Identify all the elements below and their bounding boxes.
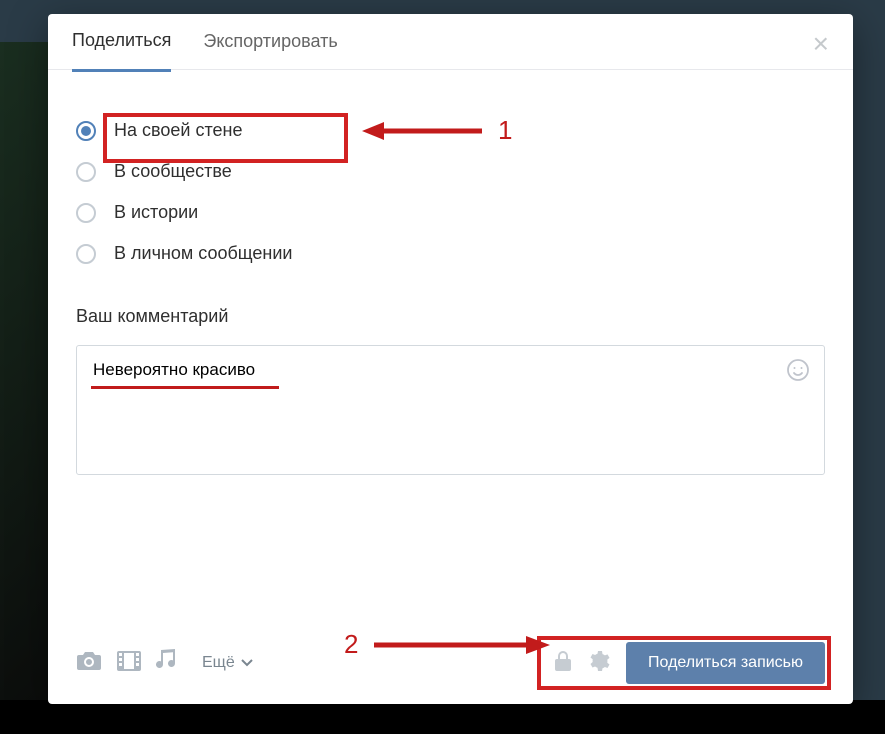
radio-community[interactable]: В сообществе [76, 151, 825, 192]
attach-icons: Ещё [76, 649, 253, 678]
share-target-radio-group: На своей стене В сообществе В истории В … [76, 110, 825, 274]
radio-label: В истории [114, 202, 198, 223]
radio-label: На своей стене [114, 120, 242, 141]
radio-icon [76, 121, 96, 141]
radio-icon [76, 244, 96, 264]
lock-icon[interactable] [554, 650, 572, 677]
share-modal: Поделиться Экспортировать × На своей сте… [48, 14, 853, 704]
more-label: Ещё [202, 654, 235, 672]
share-button[interactable]: Поделиться записью [626, 642, 825, 684]
background-bottom [0, 700, 885, 734]
emoji-icon[interactable] [786, 358, 810, 387]
radio-icon [76, 203, 96, 223]
comment-label: Ваш комментарий [76, 306, 825, 327]
annotation-underline [91, 386, 279, 389]
modal-tabs: Поделиться Экспортировать × [48, 14, 853, 70]
video-icon[interactable] [116, 650, 142, 677]
radio-icon [76, 162, 96, 182]
radio-story[interactable]: В истории [76, 192, 825, 233]
gear-icon[interactable] [588, 650, 610, 677]
chevron-down-icon [241, 659, 253, 667]
radio-own-wall[interactable]: На своей стене [76, 110, 825, 151]
modal-body: На своей стене В сообществе В истории В … [48, 70, 853, 499]
comment-text: Невероятно красиво [93, 360, 255, 380]
more-attachments[interactable]: Ещё [202, 654, 253, 672]
close-icon[interactable]: × [813, 30, 829, 58]
camera-icon[interactable] [76, 650, 102, 677]
comment-input[interactable]: Невероятно красиво [76, 345, 825, 475]
modal-footer: Ещё Поделиться записью [76, 642, 825, 684]
radio-label: В сообществе [114, 161, 232, 182]
music-icon[interactable] [156, 649, 178, 678]
tab-share[interactable]: Поделиться [72, 12, 171, 72]
radio-label: В личном сообщении [114, 243, 292, 264]
radio-private-message[interactable]: В личном сообщении [76, 233, 825, 274]
tab-export[interactable]: Экспортировать [203, 13, 337, 70]
